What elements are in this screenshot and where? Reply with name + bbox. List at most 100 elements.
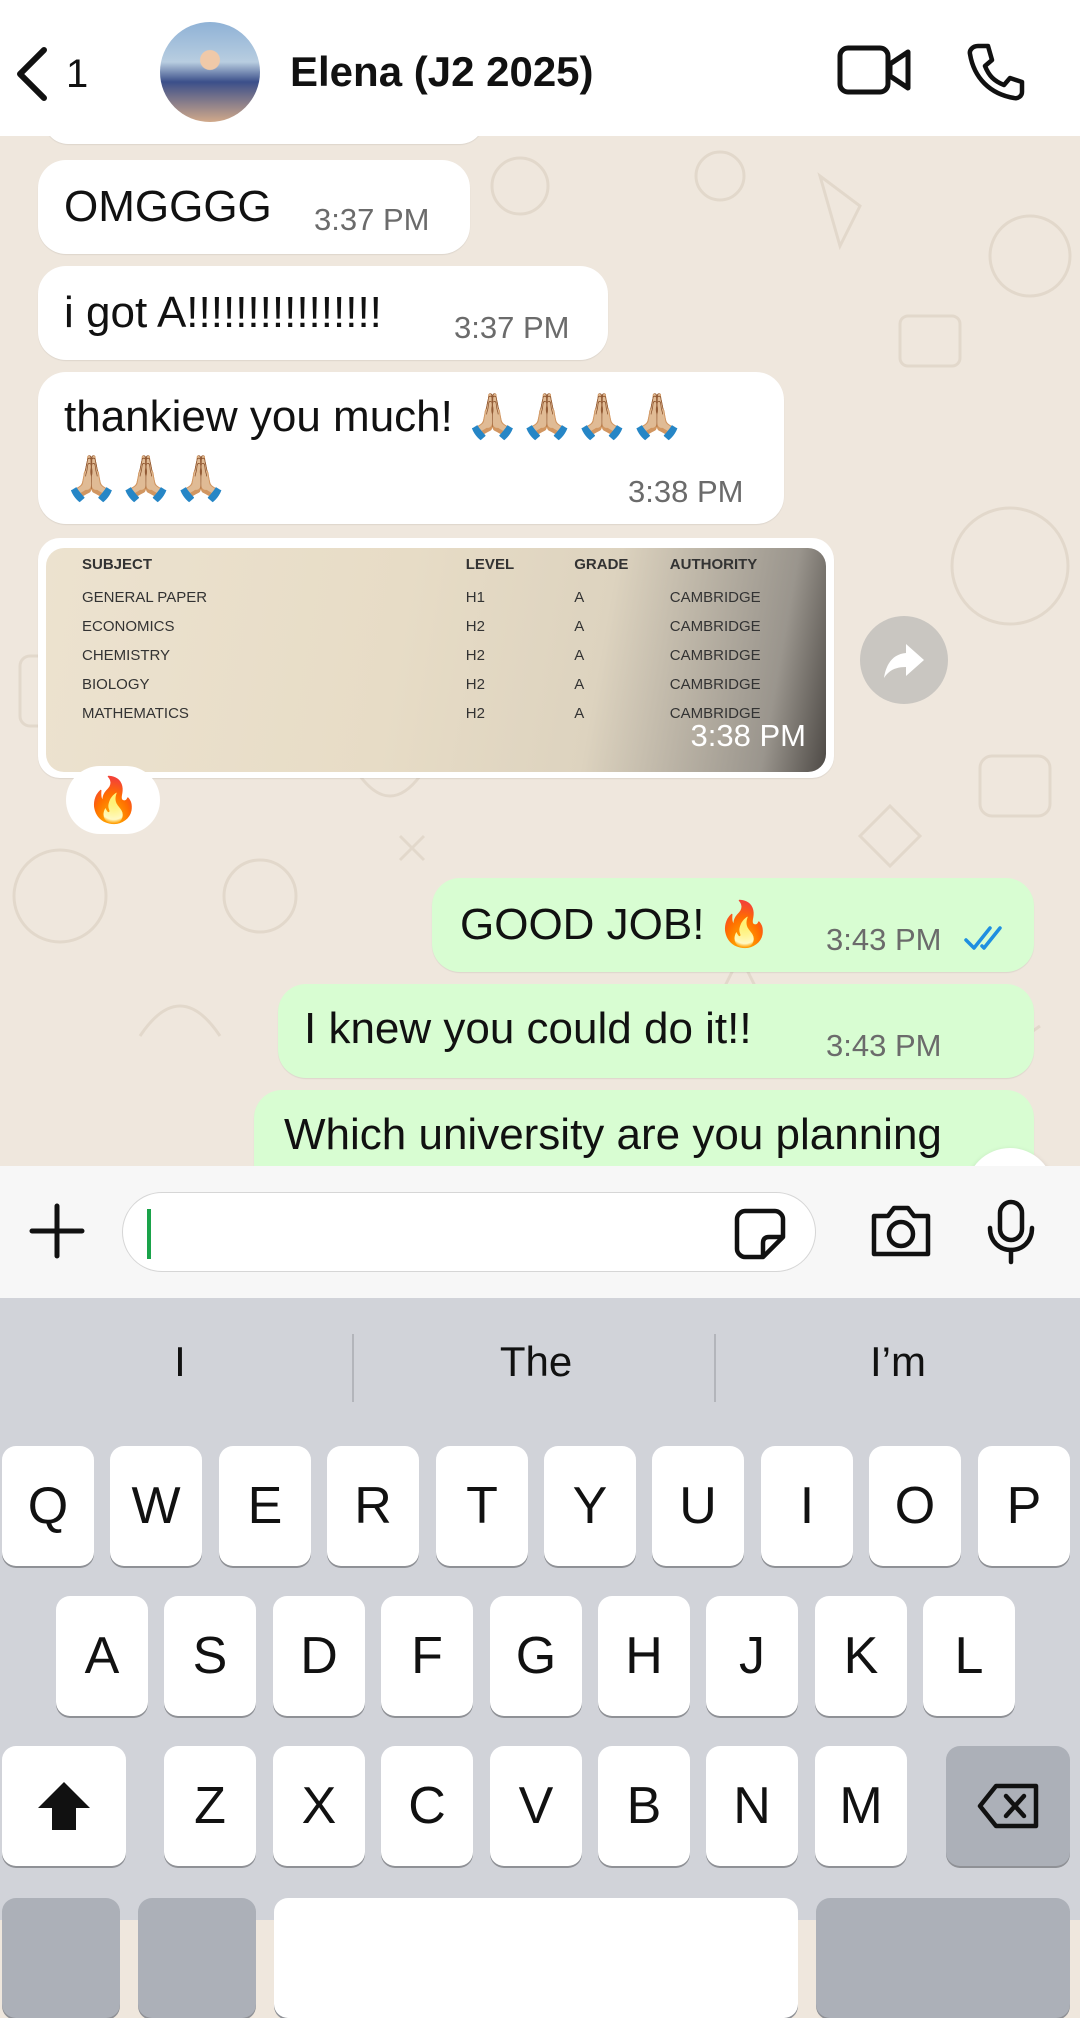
key-j[interactable]: J — [706, 1596, 798, 1716]
composer-bar — [0, 1166, 1080, 1298]
table-cell: A — [574, 589, 585, 606]
suggestion-divider — [352, 1334, 354, 1402]
key-u[interactable]: U — [652, 1446, 744, 1566]
key-q[interactable]: Q — [2, 1446, 94, 1566]
chat-area[interactable]: OMGGGG 3:37 PM i got A!!!!!!!!!!!!!!!! 3… — [0, 136, 1080, 1166]
table-cell: BIOLOGY — [82, 676, 150, 693]
table-cell: CAMBRIDGE — [669, 647, 761, 664]
message-bubble-outgoing[interactable]: Which university are you planning — [254, 1090, 1034, 1166]
message-time: 3:38 PM — [690, 718, 806, 753]
numbers-key[interactable] — [2, 1898, 120, 2018]
reaction-badge[interactable]: 🔥 — [66, 766, 160, 834]
message-bubble-outgoing[interactable]: I knew you could do it!! 3:43 PM — [278, 984, 1034, 1078]
table-cell: CAMBRIDGE — [669, 589, 761, 606]
emoji-key[interactable] — [138, 1898, 256, 2018]
sticker-icon[interactable] — [733, 1207, 787, 1261]
message-bubble-incoming[interactable]: OMGGGG 3:37 PM — [38, 160, 470, 254]
key-b[interactable]: B — [598, 1746, 690, 1866]
table-cell: CAMBRIDGE — [669, 618, 761, 635]
message-text: I knew you could do it!! — [304, 1004, 752, 1053]
results-photo[interactable]: SUBJECT LEVEL GRADE AUTHORITY GENERAL PA… — [46, 548, 826, 772]
key-z[interactable]: Z — [164, 1746, 256, 1866]
chat-header: 1 Elena (J2 2025) — [0, 0, 1080, 136]
message-bubble-partial — [44, 136, 484, 144]
key-h[interactable]: H — [598, 1596, 690, 1716]
double-check-read-icon — [964, 926, 1002, 950]
forward-button[interactable] — [860, 616, 948, 704]
table-cell: H2 — [465, 705, 485, 722]
key-f[interactable]: F — [381, 1596, 473, 1716]
voice-call-button[interactable] — [964, 40, 1028, 109]
key-e[interactable]: E — [219, 1446, 311, 1566]
key-l[interactable]: L — [923, 1596, 1015, 1716]
key-m[interactable]: M — [815, 1746, 907, 1866]
message-bubble-incoming[interactable]: thankiew you much! 🙏🏼🙏🏼🙏🏼🙏🏼 🙏🏼🙏🏼🙏🏼 3:38 … — [38, 372, 784, 524]
video-camera-icon — [837, 45, 911, 95]
phone-icon — [967, 43, 1025, 101]
table-cell: CHEMISTRY — [82, 647, 171, 664]
key-y[interactable]: Y — [544, 1446, 636, 1566]
table-cell: H2 — [465, 618, 485, 635]
table-row: CHEMISTRY H2 A CAMBRIDGE — [82, 641, 826, 670]
table-cell: ECONOMICS — [82, 618, 175, 635]
key-n[interactable]: N — [706, 1746, 798, 1866]
table-row: BIOLOGY H2 A CAMBRIDGE — [82, 670, 826, 699]
backspace-icon — [977, 1783, 1039, 1829]
table-cell: A — [574, 618, 585, 635]
contact-name[interactable]: Elena (J2 2025) — [290, 48, 594, 96]
microphone-icon[interactable] — [984, 1198, 1038, 1266]
table-cell: H1 — [465, 589, 485, 606]
unread-count: 1 — [66, 51, 89, 96]
key-r[interactable]: R — [327, 1446, 419, 1566]
shift-key[interactable] — [2, 1746, 126, 1866]
table-cell: MATHEMATICS — [82, 705, 189, 722]
message-time: 3:37 PM — [314, 202, 430, 237]
return-key[interactable] — [816, 1898, 1070, 2018]
message-text: i got A!!!!!!!!!!!!!!!! — [64, 288, 382, 337]
suggestion-3[interactable]: I’m — [718, 1338, 1078, 1386]
key-s[interactable]: S — [164, 1596, 256, 1716]
key-w[interactable]: W — [110, 1446, 202, 1566]
table-cell: GENERAL PAPER — [82, 589, 208, 606]
video-call-button[interactable] — [836, 40, 912, 105]
avatar[interactable] — [160, 22, 260, 122]
column-header: SUBJECT — [82, 556, 153, 573]
key-g[interactable]: G — [490, 1596, 582, 1716]
key-t[interactable]: T — [436, 1446, 528, 1566]
key-o[interactable]: O — [869, 1446, 961, 1566]
suggestion-1[interactable]: I — [0, 1338, 360, 1386]
key-k[interactable]: K — [815, 1596, 907, 1716]
back-button[interactable]: 1 — [12, 44, 88, 104]
table-cell: H2 — [465, 676, 485, 693]
key-p[interactable]: P — [978, 1446, 1070, 1566]
key-c[interactable]: C — [381, 1746, 473, 1866]
backspace-key[interactable] — [946, 1746, 1070, 1866]
message-time: 3:37 PM — [454, 310, 570, 345]
message-time: 3:43 PM — [826, 922, 942, 957]
text-caret — [147, 1209, 151, 1259]
keyboard: I The I’m Q W E R T Y U I O P A S D F G … — [0, 1298, 1080, 2018]
camera-icon[interactable] — [868, 1202, 934, 1260]
key-v[interactable]: V — [490, 1746, 582, 1866]
message-time: 3:43 PM — [826, 1028, 942, 1063]
key-d[interactable]: D — [273, 1596, 365, 1716]
suggestion-2[interactable]: The — [356, 1338, 716, 1386]
message-input[interactable] — [122, 1192, 816, 1272]
table-row: GENERAL PAPER H1 A CAMBRIDGE — [82, 583, 826, 612]
key-a[interactable]: A — [56, 1596, 148, 1716]
space-key[interactable] — [274, 1898, 798, 2018]
table-cell: A — [574, 647, 585, 664]
plus-icon[interactable] — [28, 1202, 86, 1260]
forward-arrow-icon — [884, 644, 924, 678]
shift-arrow-icon — [38, 1782, 90, 1830]
message-bubble-outgoing[interactable]: GOOD JOB! 🔥 3:43 PM — [432, 878, 1034, 972]
message-text-line1: thankiew you much! 🙏🏼🙏🏼🙏🏼🙏🏼 — [64, 392, 685, 441]
message-text: GOOD JOB! 🔥 — [460, 900, 772, 949]
table-cell: A — [574, 705, 585, 722]
column-header: GRADE — [574, 556, 629, 573]
message-bubble-incoming[interactable]: i got A!!!!!!!!!!!!!!!! 3:37 PM — [38, 266, 608, 360]
key-i[interactable]: I — [761, 1446, 853, 1566]
key-x[interactable]: X — [273, 1746, 365, 1866]
message-text-line2: 🙏🏼🙏🏼🙏🏼 — [64, 454, 229, 503]
suggestion-divider — [714, 1334, 716, 1402]
